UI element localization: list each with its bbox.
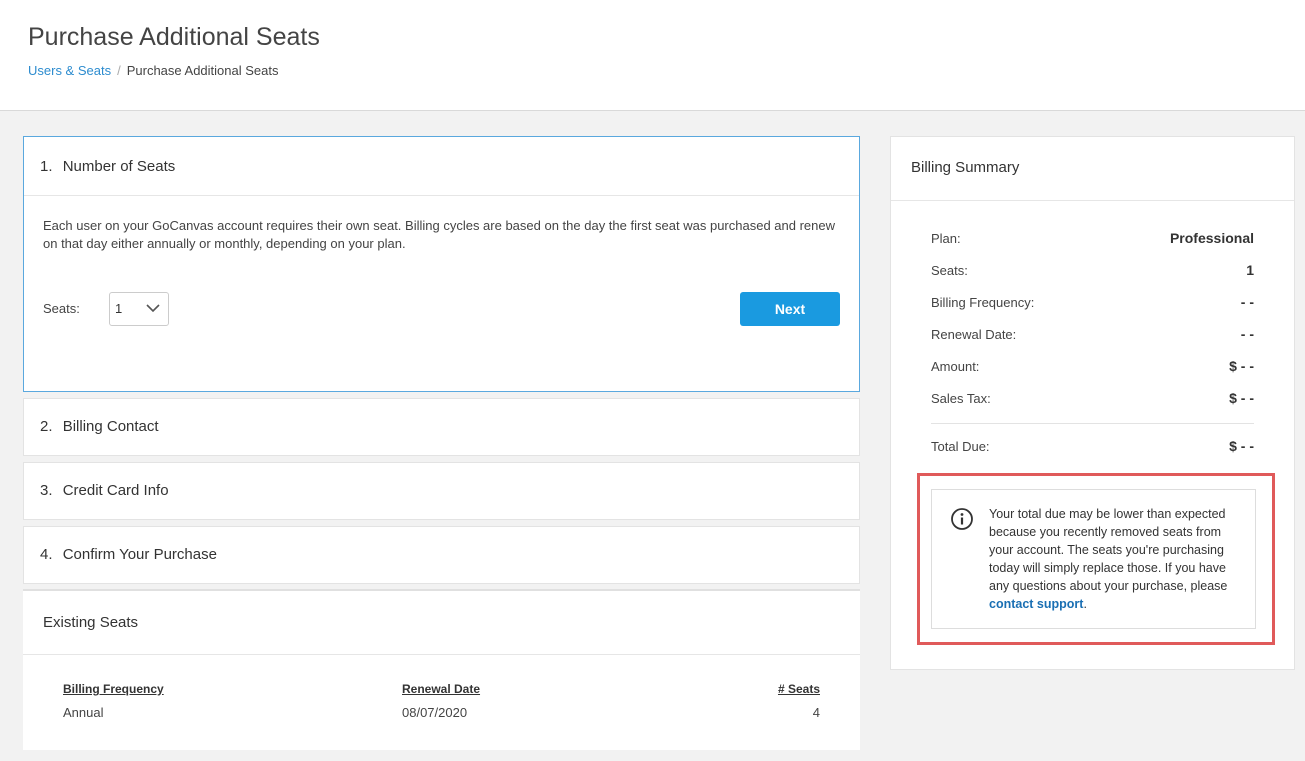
next-button[interactable]: Next — [740, 292, 840, 326]
billing-value: $ - - — [1229, 390, 1254, 406]
billing-label: Amount: — [931, 359, 980, 374]
existing-seats-panel: Existing Seats Billing Frequency Renewal… — [23, 589, 860, 750]
existing-seats-title: Existing Seats — [43, 614, 139, 631]
step-title: 4. Confirm Your Purchase — [40, 546, 217, 563]
contact-support-link[interactable]: contact support — [989, 597, 1083, 611]
column-header-renewal-date[interactable]: Renewal Date — [402, 682, 480, 696]
divider — [23, 654, 860, 655]
notice-body: Your total due may be lower than expecte… — [989, 507, 1228, 593]
step-number-of-seats: 1. Number of Seats Each user on your GoC… — [23, 136, 860, 392]
billing-summary-title: Billing Summary — [911, 159, 1020, 176]
notice-end: . — [1083, 597, 1087, 611]
billing-value: $ - - — [1229, 438, 1254, 454]
step-credit-card-info[interactable]: 3. Credit Card Info — [23, 462, 860, 520]
breadcrumb-link-users-seats[interactable]: Users & Seats — [28, 63, 111, 78]
seats-label: Seats: — [43, 301, 80, 316]
cell-seats: 4 — [812, 705, 820, 720]
billing-value: 1 — [1246, 262, 1254, 278]
info-notice: Your total due may be lower than expecte… — [931, 489, 1256, 629]
breadcrumb: Users & Seats / Purchase Additional Seats — [28, 63, 279, 78]
page-header: Purchase Additional Seats Users & Seats /… — [0, 0, 1305, 111]
billing-value: - - — [1240, 326, 1254, 342]
step-number: 1. — [40, 158, 53, 175]
billing-label: Total Due: — [931, 439, 990, 454]
page-title: Purchase Additional Seats — [28, 23, 320, 51]
billing-value: $ - - — [1229, 358, 1254, 374]
step-label: Credit Card Info — [62, 482, 169, 499]
billing-summary-panel: Billing Summary Plan: Professional Seats… — [890, 136, 1295, 670]
step-label: Confirm Your Purchase — [62, 546, 217, 563]
divider — [891, 200, 1294, 201]
step-title[interactable]: 1. Number of Seats — [40, 158, 175, 175]
step-title: 2. Billing Contact — [40, 418, 159, 435]
column-header-seats[interactable]: # Seats — [778, 682, 820, 696]
notice-highlight: Your total due may be lower than expecte… — [917, 473, 1275, 645]
step-title: 3. Credit Card Info — [40, 482, 169, 499]
notice-text: Your total due may be lower than expecte… — [989, 505, 1244, 613]
billing-label: Plan: — [931, 231, 961, 246]
step-billing-contact[interactable]: 2. Billing Contact — [23, 398, 860, 456]
step-label: Billing Contact — [62, 418, 159, 435]
billing-label: Sales Tax: — [931, 391, 991, 406]
breadcrumb-current: Purchase Additional Seats — [126, 63, 279, 78]
seats-select[interactable]: 1 — [109, 292, 169, 326]
step-confirm-purchase[interactable]: 4. Confirm Your Purchase — [23, 526, 860, 584]
billing-value: Professional — [1169, 230, 1254, 246]
info-icon — [951, 508, 973, 530]
step-number: 4. — [40, 546, 53, 563]
billing-label: Billing Frequency: — [931, 295, 1035, 310]
billing-value: - - — [1240, 294, 1254, 310]
step-description: Each user on your GoCanvas account requi… — [43, 218, 835, 251]
column-header-billing-frequency[interactable]: Billing Frequency — [63, 682, 164, 696]
breadcrumb-separator: / — [117, 63, 121, 78]
billing-label: Renewal Date: — [931, 327, 1017, 342]
step-number: 2. — [40, 418, 53, 435]
cell-renewal-date: 08/07/2020 — [402, 705, 468, 720]
step-label: Number of Seats — [62, 158, 176, 175]
seats-select-value: 1 — [115, 301, 123, 316]
total-divider — [931, 423, 1254, 424]
cell-billing-frequency: Annual — [63, 705, 104, 720]
step-number: 3. — [40, 482, 53, 499]
chevron-down-icon — [146, 304, 160, 313]
divider — [24, 195, 859, 196]
billing-label: Seats: — [931, 263, 968, 278]
